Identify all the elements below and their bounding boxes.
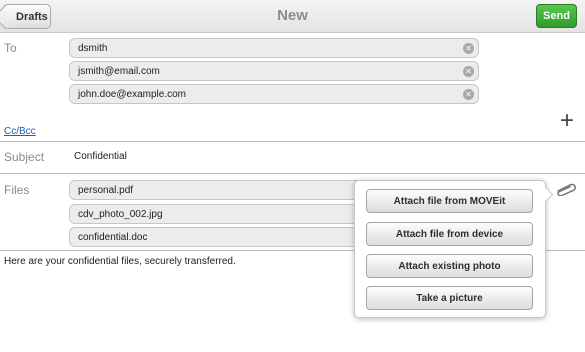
cc-bcc-link[interactable]: Cc/Bcc bbox=[4, 126, 36, 137]
to-label: To bbox=[4, 41, 17, 55]
send-button[interactable]: Send bbox=[536, 4, 577, 28]
file-chip[interactable]: cdv_photo_002.jpg bbox=[69, 204, 369, 224]
recipient-name: dsmith bbox=[78, 42, 108, 54]
message-body[interactable]: Here are your confidential files, secure… bbox=[4, 256, 236, 267]
file-chip[interactable]: personal.pdf bbox=[69, 180, 369, 200]
divider bbox=[0, 141, 585, 142]
attach-from-device-button[interactable]: Attach file from device bbox=[366, 222, 533, 246]
remove-recipient-icon[interactable]: ✕ bbox=[463, 66, 474, 77]
file-name: cdv_photo_002.jpg bbox=[78, 208, 163, 220]
page-title: New bbox=[277, 7, 308, 24]
attach-menu-popup: Attach file from MOVEit Attach file from… bbox=[354, 180, 546, 318]
recipient-chip[interactable]: john.doe@example.com ✕ bbox=[69, 84, 479, 104]
attach-from-moveit-button[interactable]: Attach file from MOVEit bbox=[366, 189, 533, 213]
files-label: Files bbox=[4, 183, 30, 197]
divider bbox=[0, 173, 585, 174]
file-name: personal.pdf bbox=[78, 184, 134, 196]
remove-recipient-icon[interactable]: ✕ bbox=[463, 43, 474, 54]
take-picture-button[interactable]: Take a picture bbox=[366, 286, 533, 310]
paperclip-icon[interactable] bbox=[555, 182, 577, 196]
file-chip[interactable]: confidential.doc bbox=[69, 227, 369, 247]
subject-input[interactable]: Confidential bbox=[74, 151, 127, 162]
plus-icon[interactable]: + bbox=[560, 109, 574, 133]
top-bar: Drafts New Send bbox=[0, 0, 585, 33]
recipient-name: jsmith@email.com bbox=[78, 65, 160, 77]
recipient-chip[interactable]: jsmith@email.com ✕ bbox=[69, 61, 479, 81]
attach-existing-photo-button[interactable]: Attach existing photo bbox=[366, 254, 533, 278]
file-name: confidential.doc bbox=[78, 231, 148, 243]
recipient-chip[interactable]: dsmith ✕ bbox=[69, 38, 479, 58]
remove-recipient-icon[interactable]: ✕ bbox=[463, 89, 474, 100]
recipient-name: john.doe@example.com bbox=[78, 88, 186, 100]
subject-label: Subject bbox=[4, 150, 45, 164]
